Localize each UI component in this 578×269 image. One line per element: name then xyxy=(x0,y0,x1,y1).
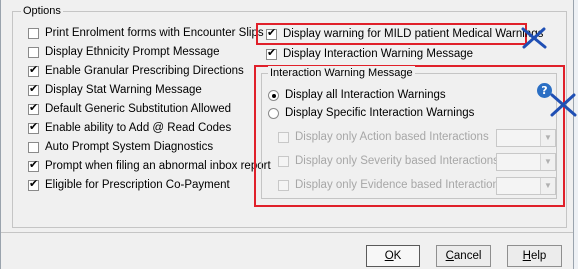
option-display-ethnicity-prompt[interactable]: Display Ethnicity Prompt Message xyxy=(28,46,219,58)
option-label: Display warning for MILD patient Medical… xyxy=(283,28,544,40)
option-label: Display Interaction Warning Message xyxy=(283,48,474,60)
option-default-generic-substitution[interactable]: Default Generic Substitution Allowed xyxy=(28,102,232,115)
filter-label: Display only Action based Interactions xyxy=(295,131,489,143)
ok-label: K xyxy=(393,250,402,262)
option-label: Auto Prompt System Diagnostics xyxy=(45,141,214,153)
option-auto-prompt-diagnostics[interactable]: Auto Prompt System Diagnostics xyxy=(28,141,213,153)
evidence-based-dropdown[interactable]: ▼ xyxy=(496,177,556,195)
dialog-panel: Options Print Enrolment forms with Encou… xyxy=(0,0,577,269)
radio-label: Display all Interaction Warnings xyxy=(285,89,446,101)
checkbox[interactable] xyxy=(278,131,289,143)
chevron-down-icon: ▼ xyxy=(540,154,555,170)
option-display-stat-warning[interactable]: Display Stat Warning Message xyxy=(28,83,202,96)
option-label: Default Generic Substitution Allowed xyxy=(45,103,232,115)
cancel-label: ancel xyxy=(453,250,482,262)
radio-button[interactable] xyxy=(268,89,279,101)
option-label: Eligible for Prescription Co-Payment xyxy=(45,179,230,191)
checkbox[interactable] xyxy=(28,178,39,191)
interaction-group-title: Interaction Warning Message xyxy=(268,66,415,80)
checkbox[interactable] xyxy=(278,179,289,191)
checkbox[interactable] xyxy=(28,102,39,115)
help-button[interactable]: Help xyxy=(507,245,562,267)
radio-label: Display Specific Interaction Warnings xyxy=(285,107,475,119)
radio-specific-interactions[interactable]: Display Specific Interaction Warnings xyxy=(268,107,474,119)
checkbox[interactable] xyxy=(28,159,39,172)
option-label: Print Enrolment forms with Encounter Sli… xyxy=(45,27,264,39)
option-eligible-copayment[interactable]: Eligible for Prescription Co-Payment xyxy=(28,178,230,191)
options-group-title: Options xyxy=(21,4,63,18)
checkbox[interactable] xyxy=(28,64,39,77)
filter-label: Display only Evidence based Interactions xyxy=(295,179,505,191)
option-enable-granular-prescribing[interactable]: Enable Granular Prescribing Directions xyxy=(28,64,244,77)
filter-action-based[interactable]: Display only Action based Interactions xyxy=(278,131,489,143)
option-label: Prompt when filing an abnormal inbox rep… xyxy=(45,160,271,172)
option-print-enrolment-forms[interactable]: Print Enrolment forms with Encounter Sli… xyxy=(28,27,264,39)
radio-button[interactable] xyxy=(268,107,279,119)
filter-label: Display only Severity based Interactions xyxy=(295,155,499,167)
help-mnemonic: H xyxy=(522,250,531,262)
checkbox[interactable] xyxy=(28,27,39,39)
action-based-dropdown[interactable]: ▼ xyxy=(496,129,556,147)
cancel-button[interactable]: Cancel xyxy=(436,245,491,267)
filter-evidence-based[interactable]: Display only Evidence based Interactions xyxy=(278,179,505,191)
help-label: elp xyxy=(530,250,547,262)
option-label: Enable ability to Add @ Read Codes xyxy=(45,122,232,134)
ok-button[interactable]: OK xyxy=(366,245,420,267)
footer-divider xyxy=(1,232,573,233)
annotation-x-mark xyxy=(521,27,547,49)
chevron-down-icon: ▼ xyxy=(540,178,555,194)
radio-all-interactions[interactable]: Display all Interaction Warnings xyxy=(268,89,446,101)
checkbox[interactable] xyxy=(28,83,39,96)
checkbox[interactable] xyxy=(28,121,39,134)
checkbox[interactable] xyxy=(266,47,277,60)
chevron-down-icon: ▼ xyxy=(540,130,555,146)
severity-based-dropdown[interactable]: ▼ xyxy=(496,153,556,171)
checkbox[interactable] xyxy=(278,155,289,167)
checkbox[interactable] xyxy=(266,27,277,40)
filter-severity-based[interactable]: Display only Severity based Interactions xyxy=(278,155,499,167)
annotation-x-mark-2 xyxy=(550,93,577,117)
option-label: Display Ethnicity Prompt Message xyxy=(45,46,220,58)
cancel-mnemonic: C xyxy=(445,250,454,262)
option-label: Enable Granular Prescribing Directions xyxy=(45,65,244,77)
option-display-interaction-warning[interactable]: Display Interaction Warning Message xyxy=(266,47,474,60)
option-label: Display Stat Warning Message xyxy=(45,84,202,96)
checkbox[interactable] xyxy=(28,46,39,58)
ok-mnemonic: O xyxy=(384,250,394,262)
option-enable-add-read-codes[interactable]: Enable ability to Add @ Read Codes xyxy=(28,121,232,134)
option-display-mild-warnings[interactable]: Display warning for MILD patient Medical… xyxy=(266,27,544,40)
option-prompt-abnormal-inbox[interactable]: Prompt when filing an abnormal inbox rep… xyxy=(28,159,271,172)
checkbox[interactable] xyxy=(28,141,39,153)
